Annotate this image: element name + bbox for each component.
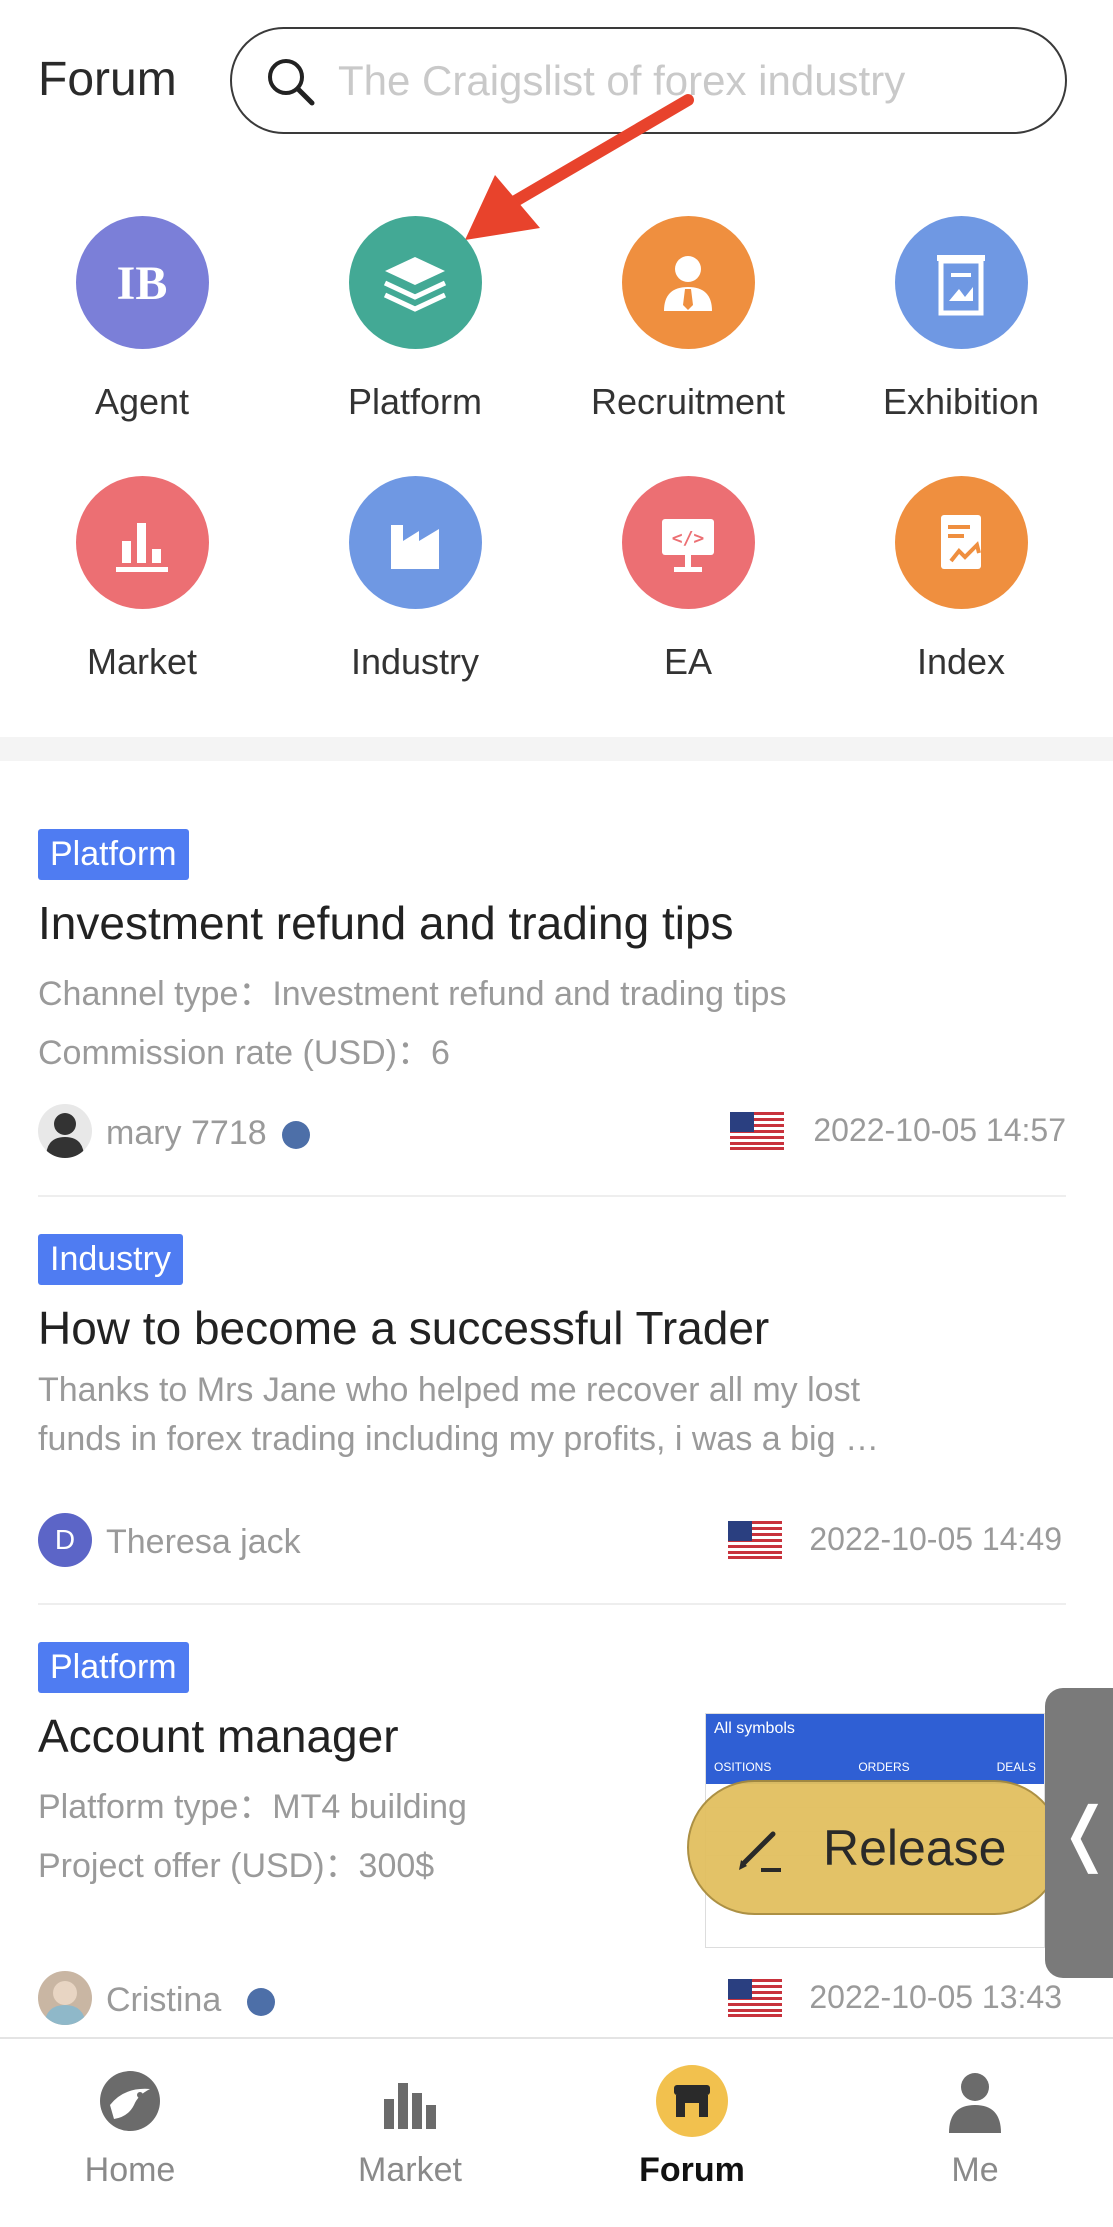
nav-forum[interactable]: Forum	[592, 2065, 792, 2190]
thumbnail-col: OSITIONS	[714, 1760, 772, 1774]
category-platform[interactable]: Platform	[285, 216, 545, 423]
section-divider	[0, 737, 1113, 761]
category-index[interactable]: Index	[831, 476, 1091, 683]
category-label: Recruitment	[590, 381, 786, 422]
post-date: 2022-10-05 14:49	[809, 1521, 1062, 1557]
nav-label: Market	[358, 2151, 462, 2189]
verified-phone-icon	[282, 1121, 310, 1149]
author-name[interactable]: Cristina	[106, 1981, 221, 2020]
thumbnail-col: DEALS	[996, 1760, 1036, 1774]
category-industry[interactable]: Industry	[285, 476, 545, 683]
side-collapse-tab[interactable]: ❬	[1045, 1688, 1113, 1978]
code-monitor-icon: </>	[621, 476, 755, 609]
layers-icon	[348, 216, 482, 349]
user-icon	[939, 2065, 1011, 2137]
post-meta: mary 7718 2022-10-05 14:57	[38, 1104, 1066, 1164]
avatar[interactable]: D	[38, 1513, 92, 1567]
category-agent[interactable]: IB Agent	[12, 216, 272, 423]
category-label: Platform	[347, 381, 483, 422]
category-market[interactable]: Market	[12, 476, 272, 683]
nav-market[interactable]: Market	[310, 2065, 510, 2190]
bar-chart-icon	[374, 2065, 446, 2137]
store-icon	[656, 2065, 728, 2137]
post-detail: funds in forex trading including my prof…	[38, 1420, 879, 1458]
thumbnail-col: ORDERS	[858, 1760, 910, 1774]
us-flag-icon	[728, 1979, 782, 2017]
us-flag-icon	[730, 1112, 784, 1150]
release-label: Release	[823, 1819, 1007, 1876]
category-label: Market	[86, 641, 198, 682]
pencil-icon	[739, 1831, 781, 1872]
ib-icon: IB	[75, 216, 209, 349]
post-separator	[38, 1195, 1066, 1197]
bottom-nav: Home Market Forum Me	[0, 2037, 1113, 2227]
category-label: Industry	[350, 641, 480, 682]
us-flag-icon	[728, 1521, 782, 1559]
post-title[interactable]: Investment refund and trading tips	[38, 896, 1066, 950]
post-separator	[38, 1603, 1066, 1605]
person-tie-icon	[621, 216, 755, 349]
post-tag: Industry	[38, 1234, 183, 1285]
nav-label: Home	[84, 2151, 176, 2189]
post-detail: Channel type：Investment refund and tradi…	[38, 975, 787, 1013]
document-chart-icon	[894, 476, 1028, 609]
post-date: 2022-10-05 14:57	[813, 1112, 1066, 1148]
category-label: Agent	[94, 381, 190, 422]
author-name[interactable]: mary 7718	[106, 1114, 267, 1153]
svg-text:</>: </>	[672, 528, 705, 549]
post-meta: D Theresa jack 2022-10-05 14:49	[38, 1513, 1066, 1573]
post-date: 2022-10-05 13:43	[809, 1979, 1062, 2015]
avatar[interactable]	[38, 1971, 92, 2025]
post-tag: Platform	[38, 829, 189, 880]
post-meta: Cristina 2022-10-05 13:43	[38, 1971, 1066, 2031]
release-button[interactable]: Release	[687, 1780, 1062, 1915]
post-card[interactable]: Industry How to become a successful Trad…	[38, 1234, 1066, 1459]
search-icon	[268, 58, 315, 105]
post-title[interactable]: How to become a successful Trader	[38, 1301, 1066, 1355]
post-card[interactable]: Platform Investment refund and trading t…	[38, 829, 1066, 1074]
eagle-logo-icon	[94, 2065, 166, 2137]
category-label: Exhibition	[882, 381, 1040, 422]
page-title: Forum	[38, 53, 177, 106]
category-ea[interactable]: </> EA	[558, 476, 818, 683]
nav-me[interactable]: Me	[875, 2065, 1075, 2190]
post-tag: Platform	[38, 1642, 189, 1693]
author-name[interactable]: Theresa jack	[106, 1523, 301, 1562]
avatar[interactable]	[38, 1104, 92, 1158]
thumbnail-header: All symbols OSITIONS ORDERS DEALS	[706, 1714, 1044, 1784]
avatar-letter: D	[54, 1524, 76, 1555]
chevron-left-icon: ❬	[1055, 1794, 1113, 1872]
nav-home[interactable]: Home	[30, 2065, 230, 2190]
post-detail: Thanks to Mrs Jane who helped me recover…	[38, 1371, 861, 1409]
post-detail: Commission rate (USD)：6	[38, 1034, 450, 1072]
thumbnail-title: All symbols	[714, 1720, 795, 1737]
nav-label: Me	[951, 2151, 999, 2189]
verified-phone-icon	[247, 1988, 275, 2016]
category-label: EA	[663, 641, 713, 682]
factory-icon	[348, 476, 482, 609]
category-label: Index	[916, 641, 1006, 682]
exhibition-board-icon	[894, 216, 1028, 349]
category-recruitment[interactable]: Recruitment	[558, 216, 818, 423]
svg-text:IB: IB	[117, 257, 168, 310]
category-exhibition[interactable]: Exhibition	[831, 216, 1091, 423]
bar-chart-icon	[75, 476, 209, 609]
nav-label: Forum	[639, 2151, 745, 2189]
